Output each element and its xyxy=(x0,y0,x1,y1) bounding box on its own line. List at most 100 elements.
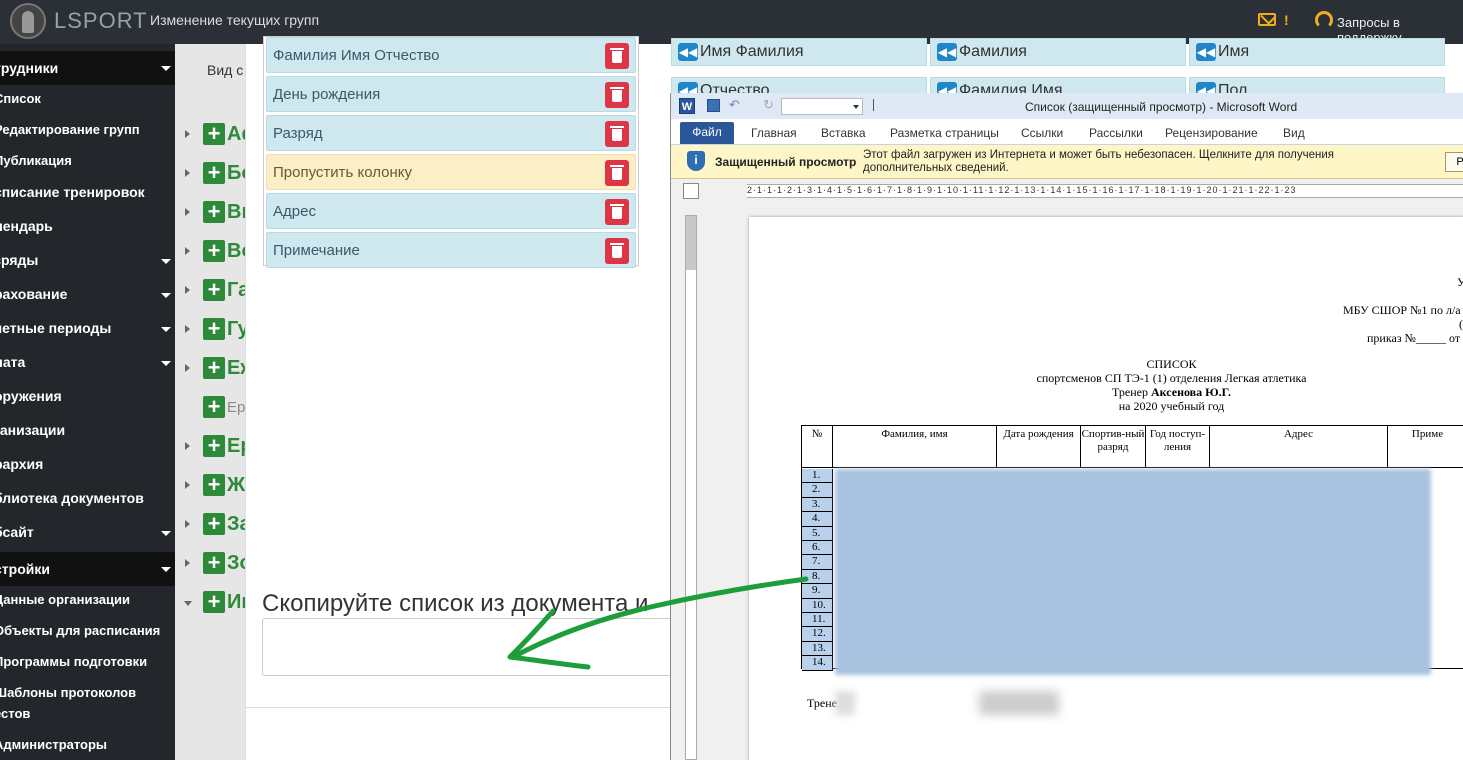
caret-down-icon[interactable] xyxy=(184,601,192,606)
add-icon[interactable]: + xyxy=(203,240,225,262)
add-icon[interactable]: + xyxy=(203,591,225,613)
tree-item-label[interactable]: Ив xyxy=(227,591,245,614)
enable-editing-button[interactable]: Р xyxy=(1445,152,1463,172)
word-titlebar[interactable]: W ↶ ↻ Список (защищенный просмотр) - Mic… xyxy=(671,93,1463,119)
tree-item-label[interactable]: Га xyxy=(227,279,245,302)
sidebar-item[interactable]: лендарь xyxy=(0,212,175,242)
vertical-ruler[interactable] xyxy=(685,215,697,760)
tree-row[interactable]: +Во xyxy=(175,240,245,266)
delete-icon[interactable] xyxy=(605,82,629,108)
sidebar-item[interactable]: четные периоды xyxy=(0,314,175,344)
caret-right-icon[interactable] xyxy=(185,208,190,216)
chevron-down-icon[interactable] xyxy=(161,259,171,264)
save-icon[interactable] xyxy=(707,99,720,112)
chevron-down-icon[interactable] xyxy=(161,361,171,366)
chevron-down-icon[interactable] xyxy=(161,327,171,332)
column-item[interactable]: Разряд xyxy=(266,115,636,151)
add-icon[interactable]: + xyxy=(203,552,225,574)
tree-row[interactable]: +Бо xyxy=(175,162,245,188)
sidebar-item[interactable]: трудники xyxy=(0,51,175,85)
ribbon-tab[interactable]: Ссылки xyxy=(1021,126,1063,140)
sidebar-item[interactable]: оружения xyxy=(0,382,175,412)
add-icon[interactable]: + xyxy=(203,396,225,418)
sidebar-item[interactable]: естов xyxy=(0,700,175,730)
word-window[interactable]: W ↶ ↻ Список (защищенный просмотр) - Mic… xyxy=(670,93,1463,760)
protected-view-message[interactable]: Этот файл загружен из Интернета и может … xyxy=(863,149,1423,175)
tree-row[interactable]: +Зо xyxy=(175,552,245,578)
tree-row[interactable]: +Ер xyxy=(175,435,245,461)
column-item[interactable]: Адрес xyxy=(266,193,636,229)
undo-icon[interactable]: ↶ xyxy=(729,97,740,113)
tree-item-label[interactable]: Аф xyxy=(227,123,245,146)
add-icon[interactable]: + xyxy=(203,435,225,457)
ribbon-tab[interactable]: Вставка xyxy=(821,126,866,140)
tree-item-label[interactable]: За xyxy=(227,513,245,536)
sidebar-item[interactable]: Программы подготовки xyxy=(0,648,175,678)
tree-item-label[interactable]: Ви xyxy=(227,201,245,224)
chevron-down-icon[interactable] xyxy=(161,531,171,536)
tree-item-label[interactable]: Гу xyxy=(227,318,245,341)
ribbon-tab[interactable]: Файл xyxy=(680,122,734,144)
sidebar-item[interactable]: стройки xyxy=(0,552,175,586)
style-combo[interactable] xyxy=(781,98,863,115)
sidebar-item[interactable]: зряды xyxy=(0,246,175,276)
ribbon-tab[interactable]: Рассылки xyxy=(1089,126,1143,140)
tree-row[interactable]: +Еж xyxy=(175,357,245,383)
column-option-button[interactable]: ◀◀ Имя xyxy=(1189,38,1445,66)
sidebar-item[interactable]: рахование xyxy=(0,280,175,310)
sidebar-item[interactable]: Редактирование групп xyxy=(0,116,175,146)
tree-item-label[interactable]: Жи xyxy=(227,474,245,497)
caret-right-icon[interactable] xyxy=(185,520,190,528)
tree-item-label[interactable]: Еж xyxy=(227,357,245,380)
caret-right-icon[interactable] xyxy=(185,325,190,333)
tree-row[interactable]: +Жи xyxy=(175,474,245,500)
column-item[interactable]: Пропустить колонку xyxy=(266,154,636,190)
chevron-down-icon[interactable] xyxy=(161,66,171,71)
redo-icon[interactable]: ↻ xyxy=(763,97,774,113)
sidebar-item[interactable]: рархия xyxy=(0,450,175,480)
warning-icon[interactable]: ! xyxy=(1284,12,1289,28)
delete-icon[interactable] xyxy=(605,238,629,264)
column-option-button[interactable]: ◀◀ Фамилия xyxy=(930,38,1186,66)
double-left-arrow-icon[interactable]: ◀◀ xyxy=(937,43,957,61)
tree-row[interactable]: + Гу xyxy=(175,318,245,344)
add-icon[interactable]: + xyxy=(203,357,225,379)
sidebar-item[interactable]: Объекты для расписания xyxy=(0,617,175,647)
tree-row[interactable]: +Аф xyxy=(175,123,245,149)
tree-row[interactable]: +За xyxy=(175,513,245,539)
tree-item-label[interactable]: Зо xyxy=(227,552,245,575)
tree-item-label[interactable]: Во xyxy=(227,240,245,263)
mail-icon[interactable] xyxy=(1258,13,1276,26)
tree-row[interactable]: +Ив xyxy=(175,591,245,617)
add-icon[interactable]: + xyxy=(203,279,225,301)
double-left-arrow-icon[interactable]: ◀◀ xyxy=(678,43,698,61)
column-option-button[interactable]: ◀◀ Имя Фамилия xyxy=(671,38,927,66)
ribbon-tab[interactable]: Разметка страницы xyxy=(890,126,999,140)
caret-right-icon[interactable] xyxy=(185,559,190,567)
sidebar-item[interactable]: лата xyxy=(0,348,175,378)
double-left-arrow-icon[interactable]: ◀◀ xyxy=(1196,43,1216,61)
caret-right-icon[interactable] xyxy=(185,247,190,255)
paste-textarea[interactable] xyxy=(262,618,682,676)
ribbon-tab[interactable]: Главная xyxy=(751,126,797,140)
tree-item-label[interactable]: Ер xyxy=(227,435,245,458)
caret-right-icon[interactable] xyxy=(185,364,190,372)
delete-icon[interactable] xyxy=(605,160,629,186)
tab-selector[interactable] xyxy=(683,183,699,199)
sidebar-item[interactable]: бсайт xyxy=(0,518,175,548)
add-icon[interactable]: + xyxy=(203,513,225,535)
add-icon[interactable]: + xyxy=(203,123,225,145)
add-icon[interactable]: + xyxy=(203,162,225,184)
chevron-down-icon[interactable] xyxy=(161,567,171,572)
add-icon[interactable]: + xyxy=(203,201,225,223)
sidebar-item[interactable]: Администраторы xyxy=(0,731,175,760)
delete-icon[interactable] xyxy=(605,121,629,147)
sidebar-item[interactable]: Данные организации xyxy=(0,586,175,616)
tree-row[interactable]: +Ви xyxy=(175,201,245,227)
document-page[interactable]: У МБУ СШОР №1 по л/а ( приказ №_____ от … xyxy=(749,217,1463,760)
chevron-down-icon[interactable] xyxy=(161,293,171,298)
sidebar-item[interactable]: списание тренировок xyxy=(0,178,175,208)
tree-item-label[interactable]: Бо xyxy=(227,162,245,185)
headset-icon[interactable] xyxy=(1315,11,1333,29)
delete-icon[interactable] xyxy=(605,199,629,225)
